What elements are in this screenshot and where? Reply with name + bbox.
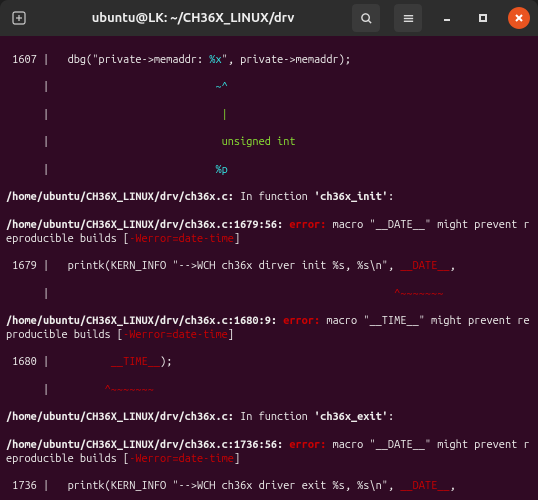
line-num: 1736 | [6,480,55,492]
close-button[interactable] [508,7,530,29]
gutter: | [6,136,222,148]
window-titlebar: ubuntu@LK: ~/CH36X_LINUX/drv [0,0,538,36]
minimize-button[interactable] [436,7,458,29]
gutter: | [6,81,215,93]
bracket: ] [228,329,234,341]
in-func: In function [234,411,314,423]
window-title: ubuntu@LK: ~/CH36X_LINUX/drv [34,11,352,25]
file-loc: /home/ubuntu/CH36X_LINUX/drv/ch36x.c: [6,191,234,203]
error-label: error: [277,315,326,327]
werror-flag: -Werror=date-time [123,329,228,341]
line-num: 1679 | [6,260,55,272]
date-macro: __DATE__ [400,480,449,492]
paren: ); [160,356,172,368]
werror-flag: -Werror=date-time [129,233,234,245]
line-num: 1680 | [6,356,55,368]
caret: ~^ [215,81,227,93]
comma: , [450,480,456,492]
caret: ^~~~~~~~ [394,288,443,300]
pipe: | [222,109,228,121]
file-loc: /home/ubuntu/CH36X_LINUX/drv/ch36x.c:168… [6,315,277,327]
func-name: 'ch36x_exit' [314,411,388,423]
error-label: error: [283,219,332,231]
gutter: | [6,384,105,396]
comma: , [450,260,456,272]
colon: : [388,411,394,423]
sp [55,356,110,368]
colon: : [388,191,394,203]
search-button[interactable] [352,4,380,32]
file-loc: /home/ubuntu/CH36X_LINUX/drv/ch36x.c: [6,411,234,423]
caret: ^~~~~~~~ [105,384,154,396]
in-func: In function [234,191,314,203]
date-macro: __DATE__ [400,260,449,272]
format-spec: %x [209,54,221,66]
new-tab-icon[interactable] [8,7,30,29]
func-name: 'ch36x_init' [314,191,388,203]
code: ", private->memaddr); [222,54,351,66]
bracket: ] [234,453,240,465]
code: printk(KERN_INFO "-->WCH ch36x driver ex… [55,480,400,492]
code: dbg("private->memaddr: [55,54,209,66]
file-loc: /home/ubuntu/CH36X_LINUX/drv/ch36x.c:173… [6,439,283,451]
time-macro: __TIME__ [111,356,160,368]
file-loc: /home/ubuntu/CH36X_LINUX/drv/ch36x.c:167… [6,219,283,231]
format-fix: %p [215,164,227,176]
bracket: ] [234,233,240,245]
hamburger-menu-button[interactable] [394,4,422,32]
maximize-button[interactable] [472,7,494,29]
code: printk(KERN_INFO "-->WCH ch36x dirver in… [55,260,400,272]
line-num: 1607 | [6,54,55,66]
gutter: | [6,288,394,300]
gutter: | [6,109,222,121]
error-label: error: [283,439,332,451]
gutter: | [6,164,215,176]
type-hint: unsigned int [222,136,296,148]
terminal-output[interactable]: 1607 | dbg("private->memaddr: %x", priva… [0,36,538,500]
werror-flag: -Werror=date-time [129,453,234,465]
